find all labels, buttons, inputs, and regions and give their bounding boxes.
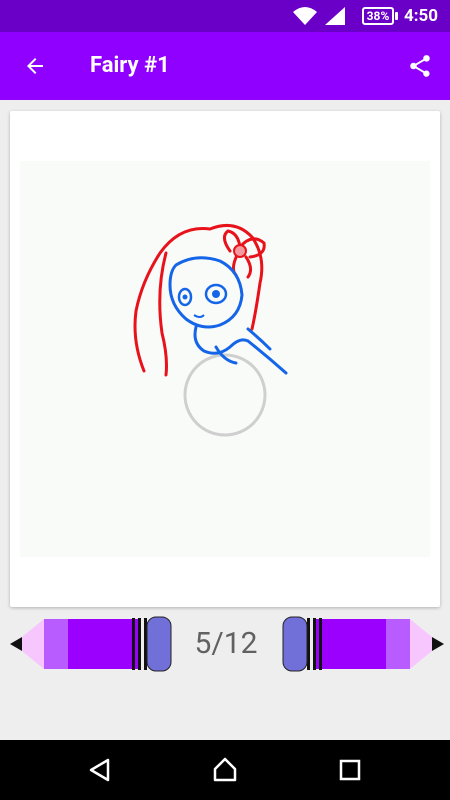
app-bar: Fairy #1: [0, 32, 450, 100]
home-icon: [213, 757, 237, 782]
signal-icon: [325, 7, 345, 25]
status-bar: 38% 4:50: [0, 0, 450, 32]
pager: 5/12: [0, 612, 450, 676]
back-button[interactable]: [11, 42, 59, 90]
nav-recents-button[interactable]: [326, 746, 374, 794]
battery-level: 38%: [362, 7, 394, 25]
arrow-left-icon: [27, 58, 43, 74]
previous-page-button[interactable]: [8, 612, 178, 676]
nav-home-button[interactable]: [201, 746, 249, 794]
nav-back-button[interactable]: [76, 746, 124, 794]
recents-icon: [339, 759, 361, 781]
share-button[interactable]: [396, 42, 444, 90]
back-triangle-icon: [89, 758, 110, 782]
fairy-sketch-illustration: [133, 223, 288, 437]
pencil-left-icon: [10, 616, 172, 672]
drawing-canvas: [20, 161, 430, 557]
battery-icon: 38%: [362, 0, 398, 32]
page-counter: 5/12: [194, 626, 258, 661]
clock: 4:50: [404, 6, 439, 26]
drawing-card: [10, 111, 440, 607]
navigation-bar: [0, 740, 450, 800]
page-title: Fairy #1: [90, 53, 170, 78]
share-icon: [410, 55, 430, 77]
pencil-right-icon: [282, 616, 444, 672]
next-page-button[interactable]: [276, 612, 446, 676]
wifi-icon: [293, 7, 317, 25]
